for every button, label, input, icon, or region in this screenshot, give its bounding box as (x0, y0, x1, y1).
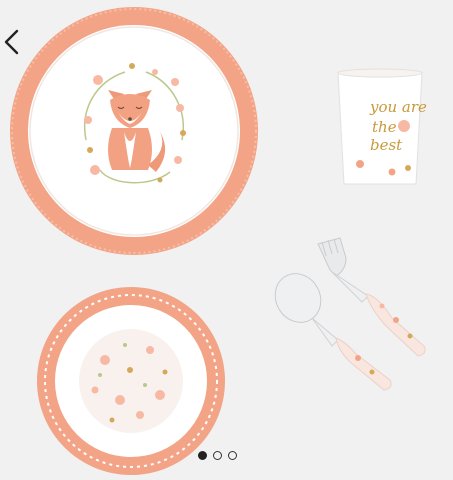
bowl (37, 287, 225, 475)
pager-dot-2[interactable] (213, 451, 222, 460)
cup-text-line2: the (372, 118, 397, 136)
chevron-left-icon (4, 29, 19, 55)
cup: you are the best (337, 68, 427, 185)
back-button[interactable] (0, 26, 24, 58)
pager-dot-1[interactable] (198, 451, 207, 460)
pager-dot-3[interactable] (228, 451, 237, 460)
product-image-gallery[interactable]: you are the best (0, 0, 453, 480)
plate (10, 7, 258, 255)
spoon (274, 273, 392, 391)
image-pager (198, 451, 237, 460)
cup-text-line1: you are (369, 98, 427, 116)
product-image: you are the best (10, 7, 427, 475)
cup-text-line3: best (370, 136, 403, 154)
